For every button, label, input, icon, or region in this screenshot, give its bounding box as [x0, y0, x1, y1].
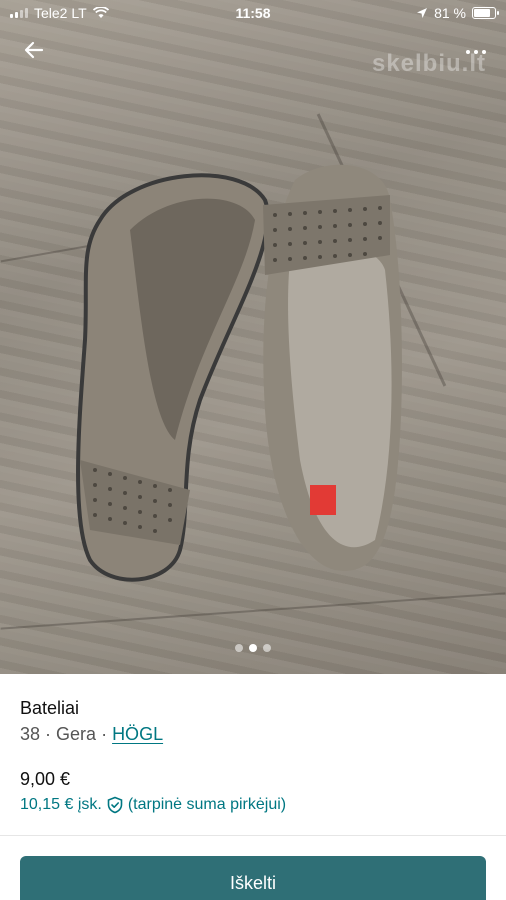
status-bar: Tele2 LT 11:58 81 % [0, 0, 506, 26]
battery-icon [472, 7, 499, 19]
price-incl-amount: 10,15 € įsk. [20, 796, 102, 813]
dot-icon [466, 50, 470, 54]
dot-icon [482, 50, 486, 54]
shield-check-icon [107, 796, 123, 814]
floor-plank-line [0, 592, 506, 630]
meta-separator: · [101, 724, 108, 744]
brand-tag-icon [310, 485, 336, 515]
carousel-indicator[interactable] [0, 644, 506, 652]
more-options-button[interactable] [460, 40, 492, 64]
price-incl-note: (tarpinė suma pirkėjui) [127, 796, 287, 813]
dot-icon [474, 50, 478, 54]
item-title: Bateliai [20, 698, 80, 718]
left-shoe-image [76, 173, 270, 582]
arrow-left-icon [24, 41, 44, 59]
item-info: Bateliai 38 · Gera · HÖGL 9,00 € 10,15 €… [20, 674, 486, 814]
item-meta: 38 · Gera · HÖGL [20, 724, 486, 745]
bump-button[interactable]: Iškelti [20, 856, 486, 900]
battery-level [474, 9, 491, 17]
item-photo[interactable]: Tele2 LT 11:58 81 % skelbiu.lt [0, 0, 506, 674]
right-shoe-image [263, 164, 402, 571]
meta-separator: · [45, 724, 52, 744]
carousel-dot[interactable] [263, 644, 271, 652]
price-with-protection[interactable]: 10,15 € įsk. (tarpinė suma pirkėjui) [20, 796, 486, 814]
brand-link[interactable]: HÖGL [112, 724, 163, 745]
carousel-dot[interactable] [249, 644, 257, 652]
divider [0, 835, 506, 836]
item-condition: Gera [56, 724, 97, 744]
item-size: 38 [20, 724, 41, 744]
item-price: 9,00 € [20, 769, 71, 789]
carousel-dot[interactable] [235, 644, 243, 652]
back-button[interactable] [18, 34, 50, 66]
clock: 11:58 [235, 5, 271, 21]
